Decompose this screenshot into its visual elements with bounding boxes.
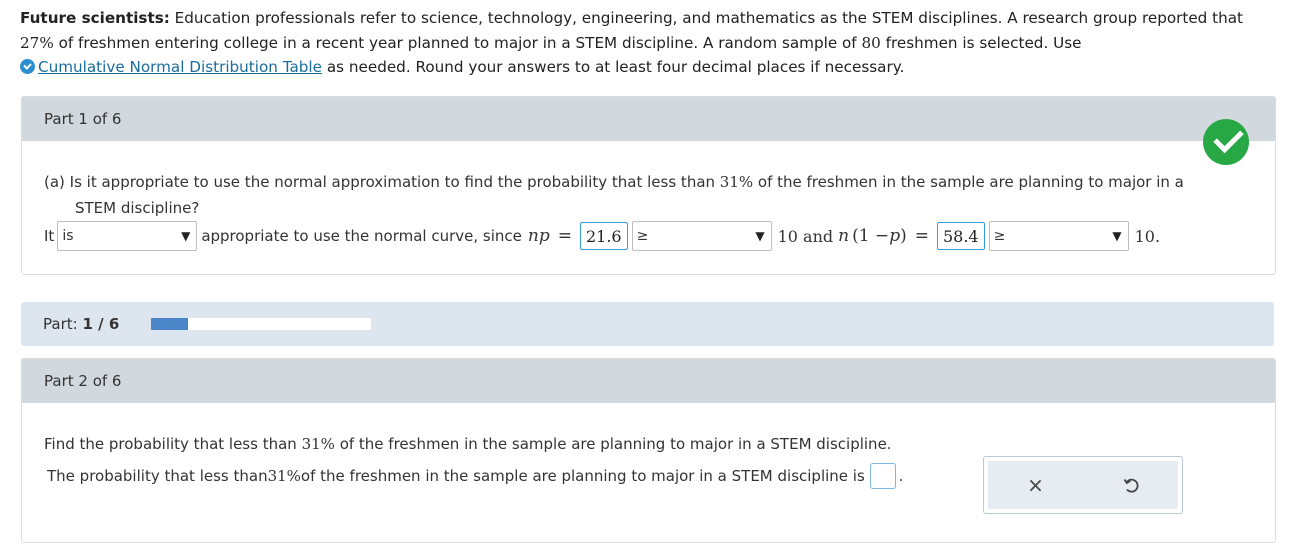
np-label: np: [527, 226, 550, 246]
intro-percent: 27%: [20, 33, 54, 52]
problem-intro: Future scientists: Education professiona…: [20, 6, 1280, 80]
one-minus-text: (1 −: [852, 226, 890, 246]
progress-label: Part: 1 / 6: [43, 302, 119, 346]
part-2-q2-percent: 31%: [267, 467, 301, 485]
comparison-2-value: ≥: [993, 228, 1006, 244]
part-2-header: Part 2 of 6: [22, 359, 1275, 403]
undo-icon: [1123, 478, 1138, 493]
intro-text-2: of freshmen entering college in a recent…: [53, 33, 862, 52]
it-label: It: [44, 227, 55, 245]
answer-tools: ×: [983, 456, 1183, 514]
part-1-header: Part 1 of 6: [22, 97, 1275, 141]
progress-label-text: Part:: [43, 315, 78, 333]
part-2-q2-prefix: The probability that less than: [47, 467, 268, 485]
part-2-q1-prefix: Find the probability that less than: [44, 435, 302, 453]
is-dropdown[interactable]: is ▼: [57, 221, 198, 251]
comparison-1-value: ≥: [636, 228, 649, 244]
comparison-dropdown-1[interactable]: ≥ ▼: [631, 221, 772, 251]
intro-text-4: as needed. Round your answers to at leas…: [322, 58, 905, 76]
part-1-question: (a) Is it appropriate to use the normal …: [44, 169, 1244, 221]
p-label: p: [889, 226, 901, 246]
part-2-question: Find the probability that less than 31% …: [44, 431, 892, 457]
comparison-dropdown-2[interactable]: ≥ ▼: [988, 221, 1129, 251]
ten-and-text: 10 and: [777, 226, 834, 246]
normal-table-link[interactable]: Cumulative Normal Distribution Table: [38, 58, 322, 76]
answer-period: .: [898, 467, 904, 485]
undo-button[interactable]: [1111, 465, 1151, 505]
clear-button[interactable]: ×: [1016, 465, 1056, 505]
close-paren: ): [900, 226, 907, 246]
intro-sample-size: 80: [861, 33, 881, 52]
mid-text: appropriate to use the normal curve, sin…: [201, 227, 522, 245]
answer-tools-inner: ×: [988, 461, 1178, 509]
nq-value-field[interactable]: 58.4: [936, 222, 985, 250]
equals-sign-2: =: [914, 226, 929, 246]
part-1-q-percent: 31%: [719, 173, 754, 191]
close-icon: ×: [1027, 473, 1044, 497]
progress-fill: [151, 318, 188, 330]
part-2-answer-row: The probability that less than 31% of th…: [47, 461, 904, 491]
intro-text-3: freshmen is selected. Use: [880, 33, 1082, 52]
part-2-q1-suffix: of the freshmen in the sample are planni…: [334, 435, 892, 453]
part-2-q1-percent: 31%: [301, 435, 335, 453]
part-1-panel: Part 1 of 6 (a) Is it appropriate to use…: [21, 96, 1276, 275]
probability-answer-input[interactable]: [869, 463, 896, 489]
expand-circle-icon[interactable]: [20, 59, 35, 74]
ten-end-text: 10.: [1134, 226, 1161, 246]
chevron-down-icon: ▼: [755, 229, 765, 243]
is-dropdown-value: is: [62, 228, 74, 244]
part-2-panel: Part 2 of 6 Find the probability that le…: [21, 358, 1276, 543]
np-value-field[interactable]: 21.6: [579, 222, 628, 250]
intro-text-1: Education professionals refer to science…: [169, 9, 1243, 27]
progress-bar-panel: Part: 1 / 6: [21, 302, 1274, 346]
chevron-down-icon: ▼: [181, 229, 191, 243]
equals-sign: =: [557, 226, 572, 246]
progress-value: 1 / 6: [82, 315, 120, 333]
part-2-q2-suffix: of the freshmen in the sample are planni…: [300, 467, 865, 485]
intro-title: Future scientists:: [20, 9, 170, 27]
chevron-down-icon: ▼: [1112, 229, 1122, 243]
n-label: n: [838, 226, 850, 246]
part-1-q-line2: STEM discipline?: [75, 199, 200, 217]
part-1-answer-row: It is ▼ appropriate to use the normal cur…: [44, 219, 1160, 253]
progress-track: [151, 318, 371, 330]
part-1-q-prefix: (a) Is it appropriate to use the normal …: [44, 173, 720, 191]
correct-check-icon: [1203, 119, 1249, 165]
part-1-q-suffix: of the freshmen in the sample are planni…: [753, 173, 1184, 191]
